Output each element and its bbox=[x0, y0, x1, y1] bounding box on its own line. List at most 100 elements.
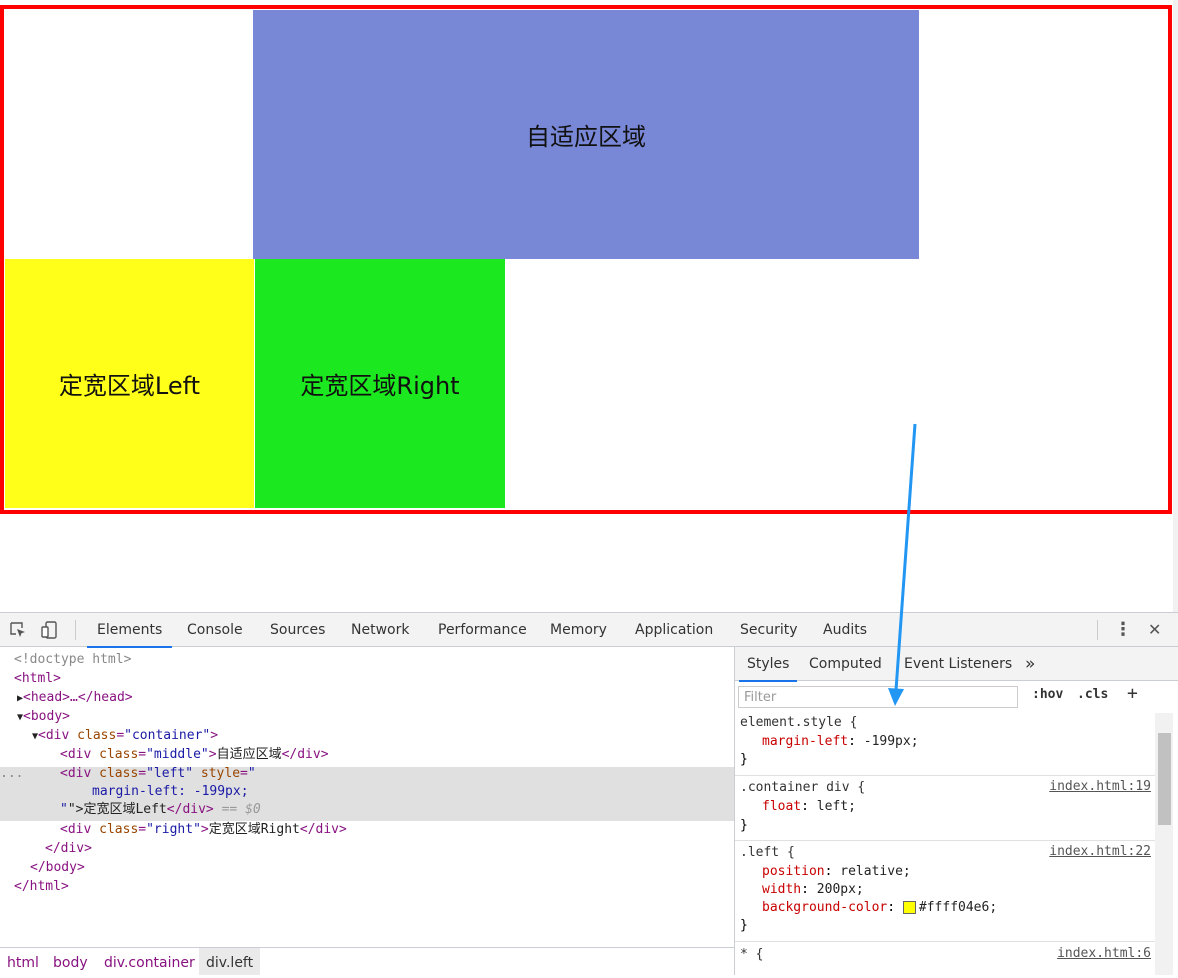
container-attr: class bbox=[77, 728, 117, 743]
right-block: 定宽区域Right bbox=[255, 259, 505, 508]
rule-source-link[interactable]: index.html:22 bbox=[1049, 844, 1151, 859]
node-ellipsis[interactable]: ... bbox=[0, 764, 23, 783]
crumb-div-left[interactable]: div.left bbox=[199, 948, 261, 975]
doctype-text: <!doctype html> bbox=[14, 652, 132, 667]
more-tabs-icon[interactable]: » bbox=[1017, 647, 1043, 680]
crumb-div-container[interactable]: div.container bbox=[97, 948, 202, 975]
ellipsis-text: ... bbox=[0, 766, 24, 781]
tab-application[interactable]: Application bbox=[635, 613, 713, 646]
doctype-node[interactable]: <!doctype html> bbox=[14, 650, 131, 669]
html-open-tag: <html> bbox=[14, 671, 61, 686]
page-scrollbar[interactable] bbox=[1173, 0, 1178, 612]
page-viewport: 自适应区域 定宽区域Left 定宽区域Right bbox=[0, 0, 1178, 612]
rule-universal: * { index.html:6 bbox=[735, 942, 1155, 975]
close-icon[interactable]: ✕ bbox=[1148, 613, 1161, 646]
left-block: 定宽区域Left bbox=[5, 259, 254, 508]
tab-elements[interactable]: Elements bbox=[87, 613, 173, 648]
rule-source-link[interactable]: index.html:19 bbox=[1049, 779, 1151, 794]
left-style-line: margin-left: -199px; bbox=[92, 782, 249, 801]
tab-styles[interactable]: Styles bbox=[739, 647, 798, 682]
toolbar-separator bbox=[75, 620, 76, 640]
html-node[interactable]: <html> bbox=[14, 669, 61, 688]
prop-name: margin-left bbox=[762, 734, 849, 749]
tab-memory[interactable]: Memory bbox=[550, 613, 607, 646]
elements-tree: <!doctype html> <html> ▶<head>…</head> ▼… bbox=[0, 647, 734, 947]
color-swatch[interactable] bbox=[902, 901, 916, 914]
new-rule-button[interactable]: + bbox=[1127, 683, 1138, 704]
rule-declaration[interactable]: width: 200px; bbox=[762, 881, 864, 899]
body-open-tag: <body> bbox=[23, 709, 70, 724]
middle-val: "middle" bbox=[146, 747, 209, 762]
html-close[interactable]: </html> bbox=[14, 877, 69, 896]
rule-selector: .left { bbox=[740, 845, 795, 860]
tab-console[interactable]: Console bbox=[187, 613, 243, 646]
container-tag: div bbox=[45, 728, 70, 743]
container-val: "container" bbox=[124, 728, 211, 743]
rule-container-div: .container div { index.html:19 float: le… bbox=[735, 776, 1155, 841]
tab-audits[interactable]: Audits bbox=[823, 613, 867, 646]
toolbar-separator-right bbox=[1097, 620, 1098, 640]
right-node[interactable]: <div class="right">定宽区域Right</div> bbox=[60, 820, 347, 839]
middle-node[interactable]: <div class="middle">自适应区域</div> bbox=[60, 745, 329, 764]
prop-value: left; bbox=[816, 799, 856, 814]
rule-source-link[interactable]: index.html:6 bbox=[1057, 946, 1151, 961]
style-rules: element.style { margin-left: -199px; } .… bbox=[735, 713, 1155, 975]
prop-name: float bbox=[762, 799, 802, 814]
right-node-text: 定宽区域Right bbox=[208, 822, 300, 837]
styles-filter-input[interactable] bbox=[738, 686, 1018, 708]
body-close-tag: </body> bbox=[30, 860, 85, 875]
middle-block-text: 自适应区域 bbox=[526, 123, 646, 151]
styles-scrollbar-thumb[interactable] bbox=[1158, 733, 1171, 825]
rule-declaration[interactable]: position: relative; bbox=[762, 863, 911, 881]
rule-close: } bbox=[740, 752, 748, 767]
prop-name: background-color bbox=[762, 900, 888, 915]
head-node[interactable]: ▶<head>…</head> bbox=[17, 688, 133, 707]
html-close-tag: </html> bbox=[14, 879, 69, 894]
breadcrumb: html body div.container div.left bbox=[0, 947, 734, 975]
rule-selector: .container div { bbox=[740, 780, 866, 795]
device-toolbar-icon[interactable] bbox=[41, 621, 59, 639]
left-node-text: ">定宽区域Left bbox=[67, 802, 167, 817]
body-close[interactable]: </body> bbox=[30, 858, 85, 877]
inspect-element-icon[interactable] bbox=[9, 621, 27, 639]
rule-left: .left { index.html:22 position: relative… bbox=[735, 841, 1155, 942]
more-options-icon[interactable]: ⋮ bbox=[1114, 613, 1132, 646]
rule-declaration[interactable]: float: left; bbox=[762, 798, 856, 816]
tab-event-listeners[interactable]: Event Listeners bbox=[896, 647, 1020, 680]
filter-row: :hov .cls + bbox=[735, 681, 1155, 713]
head-collapsed-tag: <head>…</head> bbox=[23, 690, 133, 705]
cls-toggle[interactable]: .cls bbox=[1077, 687, 1108, 702]
container-node[interactable]: ▼<div class="container"> bbox=[32, 726, 218, 745]
crumb-body[interactable]: body bbox=[46, 948, 95, 975]
left-attr-class: class bbox=[99, 766, 139, 781]
middle-attr: class bbox=[99, 747, 139, 762]
tab-computed[interactable]: Computed bbox=[801, 647, 890, 680]
left-attr-style: style bbox=[200, 766, 241, 781]
crumb-html[interactable]: html bbox=[0, 948, 46, 975]
left-node-text-line: "">定宽区域Left</div> == $0 bbox=[60, 802, 261, 817]
container-close[interactable]: </div> bbox=[45, 839, 92, 858]
tab-security[interactable]: Security bbox=[740, 613, 798, 646]
body-node[interactable]: ▼<body> bbox=[17, 707, 70, 726]
styles-scrollbar[interactable] bbox=[1155, 713, 1173, 975]
left-node[interactable]: <div class="left" style=" bbox=[60, 764, 256, 783]
rule-selector: * { bbox=[740, 947, 764, 962]
prop-name: width bbox=[762, 882, 802, 897]
hov-toggle[interactable]: :hov bbox=[1032, 687, 1063, 702]
tab-performance[interactable]: Performance bbox=[438, 613, 527, 646]
left-val-class: "left" bbox=[146, 766, 194, 781]
left-style-text: margin-left: -199px; bbox=[92, 784, 249, 799]
rule-declaration[interactable]: margin-left: -199px; bbox=[762, 733, 919, 751]
div-close-tag: </div> bbox=[45, 841, 92, 856]
prop-value: #ffff04e6; bbox=[918, 900, 998, 915]
rule-close: } bbox=[740, 918, 748, 933]
tab-network[interactable]: Network bbox=[351, 613, 409, 646]
middle-node-text: 自适应区域 bbox=[216, 747, 282, 762]
devtools-panel: Elements Console Sources Network Perform… bbox=[0, 612, 1178, 975]
left-block-text: 定宽区域Left bbox=[58, 372, 201, 400]
prop-value: relative; bbox=[840, 864, 911, 879]
middle-tag: div bbox=[67, 747, 92, 762]
rule-declaration[interactable]: background-color: #ffff04e6; bbox=[762, 899, 997, 917]
tab-sources[interactable]: Sources bbox=[270, 613, 325, 646]
styles-tabbar: Styles Computed Event Listeners » bbox=[735, 647, 1178, 682]
